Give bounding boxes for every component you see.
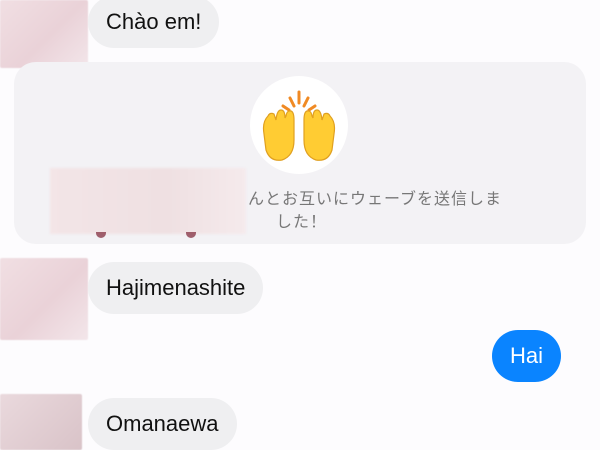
wave-text-line1: んとお互いにウェーブを送信しま <box>248 191 503 208</box>
wave-status-text: んとお互いにウェーブを送信しま した！ <box>248 188 548 234</box>
message-text: Omanaewa <box>106 411 219 436</box>
wave-text-line2: した！ <box>276 214 328 231</box>
sender-avatar[interactable] <box>0 0 88 68</box>
wave-icon-circle[interactable] <box>250 76 348 174</box>
message-text: Chào em! <box>106 9 202 34</box>
message-text: Hai <box>510 343 544 368</box>
sender-avatar[interactable] <box>0 394 82 450</box>
raised-hands-icon <box>262 90 336 161</box>
redacted-name <box>50 168 246 234</box>
message-bubble-incoming[interactable]: Omanaewa <box>88 398 237 450</box>
sender-avatar[interactable] <box>0 258 88 340</box>
message-bubble-incoming[interactable]: Chào em! <box>88 0 220 48</box>
message-text: Hajimenashite <box>106 275 246 300</box>
message-bubble-incoming[interactable]: Hajimenashite <box>88 262 264 314</box>
message-bubble-outgoing[interactable]: Hai <box>492 330 562 382</box>
